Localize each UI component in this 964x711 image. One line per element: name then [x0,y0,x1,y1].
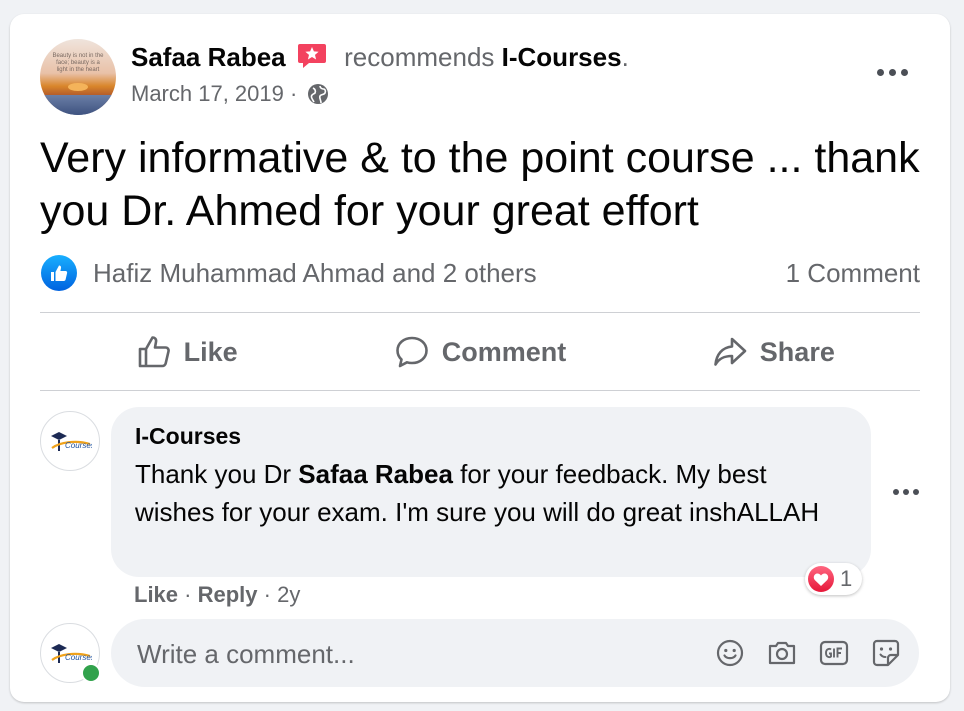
comment-reaction-badge[interactable]: 1 [805,563,863,595]
more-dots-icon[interactable] [870,60,914,84]
logo-text: Courses [65,441,92,450]
comment-reply-link[interactable]: Reply [198,582,258,607]
author-name-link[interactable]: Safaa Rabea [131,42,286,72]
camera-icon[interactable] [765,636,799,670]
online-status-dot [81,663,101,683]
globe-icon[interactable] [307,83,329,105]
icourses-logo-icon: Courses [51,432,92,451]
icourses-logo-icon: Courses [51,644,92,663]
comment-bubble: I-Courses Thank you Dr Safaa Rabea for y… [111,407,871,577]
reaction-names[interactable]: Hafiz Muhammad Ahmad and 2 others [93,258,537,289]
recommends-text: recommends [344,42,495,72]
logo-text: Courses [65,653,92,662]
gif-icon[interactable] [817,636,851,670]
recommend-star-icon [297,42,327,70]
post-date-link[interactable]: March 17, 2019 [131,81,284,106]
mention-link[interactable]: Safaa Rabea [298,459,453,489]
share-button[interactable]: Share [627,316,920,388]
action-bar: Like Comment Share [40,316,920,388]
comment-like-link[interactable]: Like [134,582,178,607]
comment-count-link[interactable]: 1 Comment [786,258,920,289]
comment-text: Thank you Dr Safaa Rabea for your feedba… [135,455,835,531]
divider-bottom [40,390,920,391]
current-user-avatar[interactable]: Courses [40,623,101,683]
reaction-count: 1 [840,566,853,591]
comment-button-label: Comment [441,336,567,367]
reactions-summary[interactable]: Hafiz Muhammad Ahmad and 2 others [41,255,537,291]
composer-icons [713,636,903,670]
like-button[interactable]: Like [40,316,333,388]
post-header-line: Safaa Rabea recommends I-Courses. [131,42,629,72]
comment-author-link[interactable]: I-Courses [135,423,241,450]
divider-top [40,312,920,313]
header-period: . [621,42,629,72]
author-avatar[interactable]: Beauty is not in the face; beauty is a l… [40,39,116,115]
comment-bubble-icon [395,336,428,368]
comment-button[interactable]: Comment [333,316,626,388]
like-reaction-icon [41,255,77,291]
page-name-link[interactable]: I-Courses [502,42,622,72]
avatar-quote: Beauty is not in the face; beauty is a l… [52,53,104,73]
meta-separator: · [290,81,298,106]
share-button-label: Share [759,336,835,367]
comment-more-dots-icon[interactable] [891,482,921,502]
avatar-sun [68,83,88,91]
heart-reaction-icon [808,566,834,592]
avatar-sea [40,95,116,115]
comment-actions-dot: · [184,582,192,607]
comment-actions-dot: · [263,582,271,607]
comment-input[interactable] [135,619,699,689]
commenter-avatar[interactable]: Courses [40,411,100,471]
post-body-text: Very informative & to the point course .… [40,134,920,235]
comment-composer[interactable] [111,619,919,689]
sticker-icon[interactable] [869,636,903,670]
share-arrow-icon [713,337,747,366]
comment-text-start: Thank you Dr [135,459,299,489]
post-meta: March 17, 2019 · [131,80,329,108]
thumbs-up-icon [138,336,170,368]
comment-actions: Like · Reply · 2y [134,582,300,608]
like-button-label: Like [183,336,238,367]
emoji-icon[interactable] [713,636,747,670]
post-card: Beauty is not in the face; beauty is a l… [10,14,950,702]
comment-age-link[interactable]: 2y [277,582,300,607]
